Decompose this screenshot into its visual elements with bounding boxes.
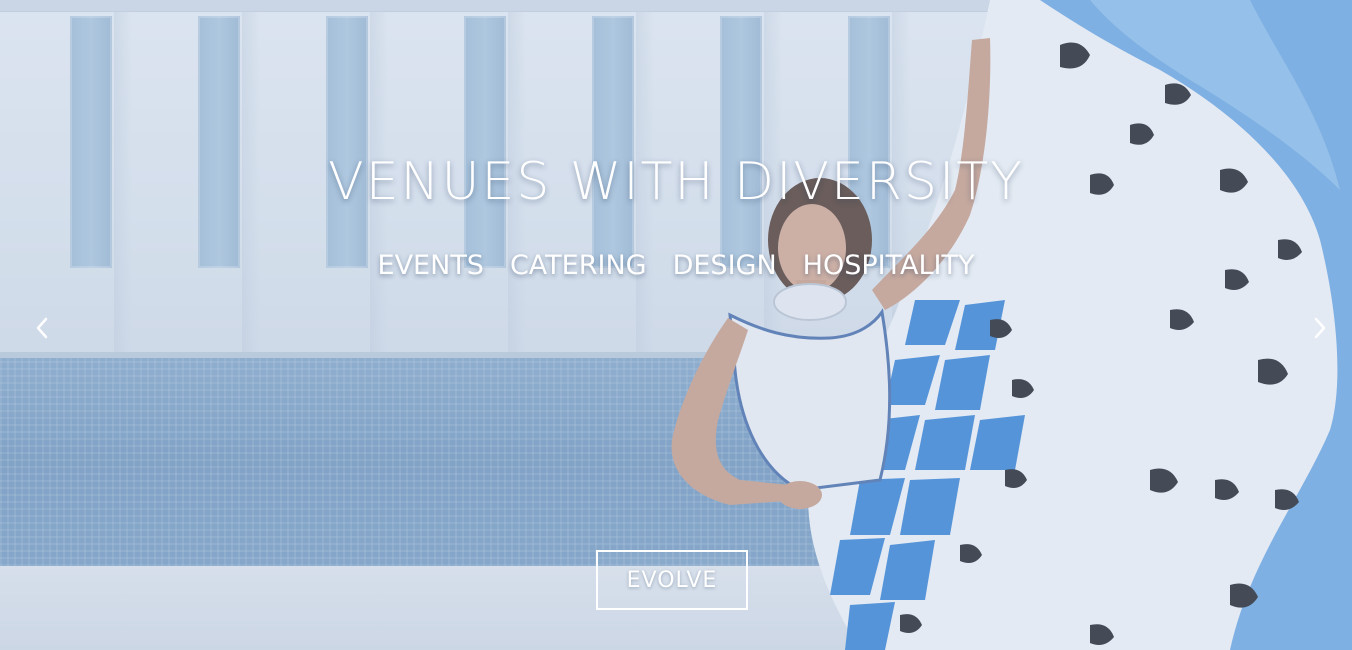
- next-slide-button[interactable]: [1300, 308, 1340, 348]
- chevron-left-icon: [36, 317, 48, 339]
- service-catering: CATERING: [509, 250, 647, 281]
- hero-services: EVENTS CATERING DESIGN HOSPITALITY: [0, 250, 1352, 281]
- hero-slider: VENUES WITH DIVERSITY EVENTS CATERING DE…: [0, 0, 1352, 650]
- evolve-button[interactable]: EVOLVE: [596, 550, 748, 610]
- hero-title: VENUES WITH DIVERSITY: [328, 152, 1024, 212]
- chevron-right-icon: [1314, 317, 1326, 339]
- prev-slide-button[interactable]: [22, 308, 62, 348]
- service-design: DESIGN: [672, 250, 777, 281]
- service-hospitality: HOSPITALITY: [802, 250, 975, 281]
- service-events: EVENTS: [377, 250, 484, 281]
